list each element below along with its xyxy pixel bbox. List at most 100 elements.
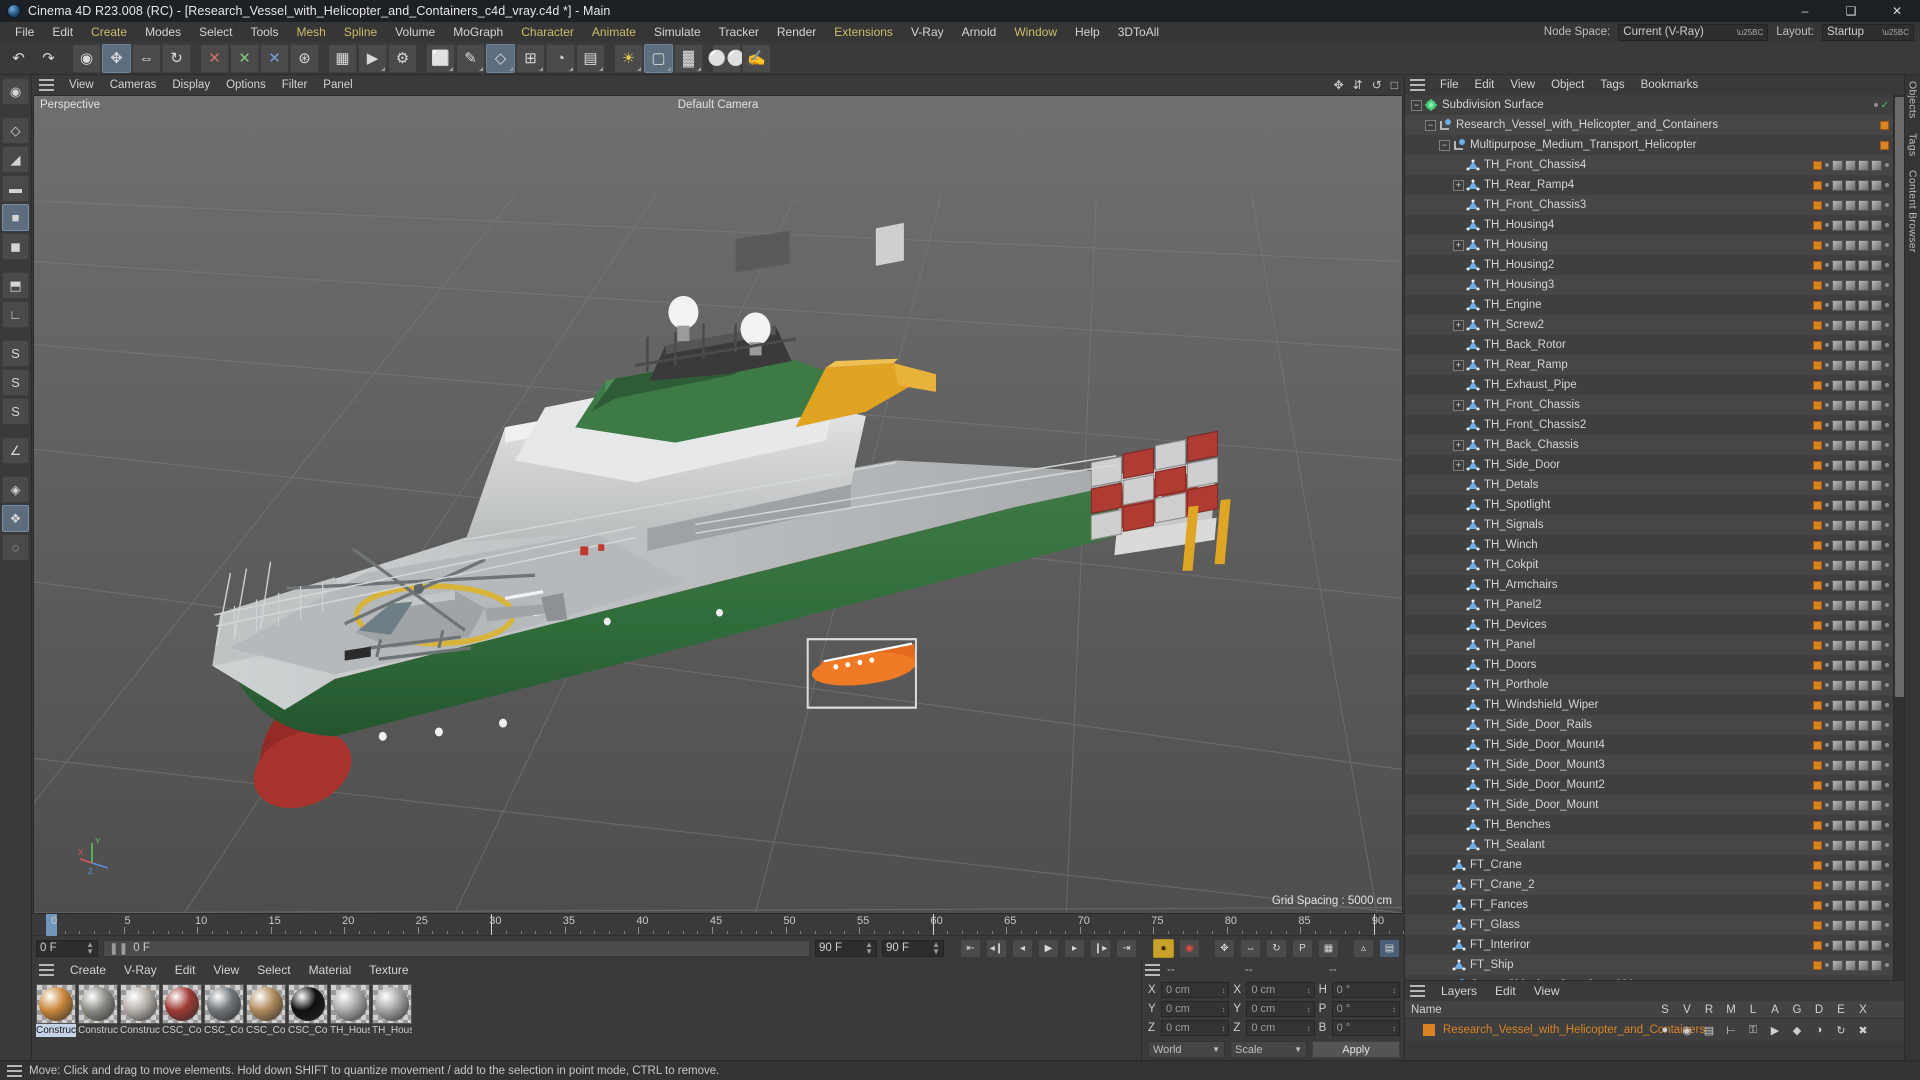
texture-tag-icon[interactable] (1845, 579, 1856, 591)
apply-button[interactable]: Apply (1312, 1041, 1400, 1058)
snap-settings-button[interactable]: S (2, 369, 29, 396)
material-tag-icon[interactable] (1813, 400, 1822, 410)
texture-tag-icon[interactable] (1845, 939, 1856, 951)
texture-tag-icon[interactable] (1871, 759, 1882, 771)
preview-end-input[interactable]: 90 F ▲ ▼ (882, 939, 944, 957)
texture-tag-icon[interactable] (1871, 859, 1882, 871)
texture-tag-icon[interactable] (1832, 539, 1843, 551)
material-menu-v-ray[interactable]: V-Ray (115, 960, 166, 980)
record-position-button[interactable]: ✥ (1214, 938, 1235, 958)
texture-tag-icon[interactable] (1858, 219, 1869, 231)
lock-y-axis-button[interactable]: ✕ (230, 43, 259, 73)
texture-tags-group[interactable] (1832, 899, 1882, 911)
move-tool[interactable]: ✥ (102, 43, 131, 73)
deformer-button[interactable]: ◔ (546, 43, 575, 73)
object-row[interactable]: − Subdivision Surface ✓ (1405, 95, 1893, 115)
layer-flag-E[interactable]: ↻ (1830, 1024, 1852, 1037)
texture-tag-icon[interactable] (1871, 539, 1882, 551)
menu-tools[interactable]: Tools (241, 22, 287, 42)
material-tag-icon[interactable] (1813, 680, 1822, 690)
texture-tag-icon[interactable] (1832, 799, 1843, 811)
coordinate-system-select[interactable]: World ▼ (1148, 1041, 1225, 1058)
render-to-picture-viewer-button[interactable]: ▶ (358, 43, 387, 73)
layer-flag-S[interactable]: ● (1654, 1024, 1676, 1037)
texture-tag-icon[interactable] (1858, 779, 1869, 791)
spinner-icon[interactable]: ↕ (1307, 1024, 1311, 1032)
size-Z-input[interactable]: 0 cm ↕ (1246, 1020, 1315, 1036)
texture-tag-icon[interactable] (1871, 939, 1882, 951)
texture-tag-icon[interactable] (1858, 339, 1869, 351)
object-row[interactable]: FT_Glass (1405, 915, 1893, 935)
record-active-objects-button[interactable]: ◉ (1179, 938, 1200, 958)
material-tag-icon[interactable] (1813, 700, 1822, 710)
texture-tag-icon[interactable] (1871, 219, 1882, 231)
texture-tag-icon[interactable] (1858, 819, 1869, 831)
object-row[interactable]: TH_Armchairs (1405, 575, 1893, 595)
object-mode-button[interactable]: ◼ (2, 233, 29, 260)
object-row[interactable]: TH_Engine (1405, 295, 1893, 315)
paint-tool-button[interactable]: ✍ (742, 43, 771, 73)
rotation-H-input[interactable]: 0 ° ↕ (1331, 982, 1400, 998)
render-settings-button[interactable]: ⚙ (388, 43, 417, 73)
material-menu-select[interactable]: Select (248, 960, 299, 980)
texture-tag-icon[interactable] (1832, 759, 1843, 771)
object-row[interactable]: TH_Housing3 (1405, 275, 1893, 295)
viewport-menu-view[interactable]: View (61, 75, 102, 95)
texture-tag-icon[interactable] (1832, 399, 1843, 411)
texture-tag-icon[interactable] (1871, 799, 1882, 811)
material-tag-icon[interactable] (1813, 940, 1822, 950)
material-item-7[interactable]: TH_Hous (330, 984, 370, 1060)
texture-tag-icon[interactable] (1845, 199, 1856, 211)
position-Y-input[interactable]: 0 cm ↕ (1161, 1001, 1230, 1017)
menu-select[interactable]: Select (190, 22, 241, 42)
texture-tag-icon[interactable] (1858, 519, 1869, 531)
object-row[interactable]: FT_Interiror (1405, 935, 1893, 955)
menu-extensions[interactable]: Extensions (825, 22, 902, 42)
texture-tags-group[interactable] (1832, 579, 1882, 591)
menu-file[interactable]: File (6, 22, 43, 42)
material-tag-icon[interactable] (1813, 460, 1822, 470)
layer-flag-X[interactable]: ✖ (1852, 1024, 1874, 1037)
texture-tag-icon[interactable] (1871, 819, 1882, 831)
material-tag-icon[interactable] (1813, 380, 1822, 390)
texture-tags-group[interactable] (1832, 879, 1882, 891)
material-tag-icon[interactable] (1813, 520, 1822, 530)
menu-spline[interactable]: Spline (335, 22, 386, 42)
mograph-cloner-button[interactable]: ▤ (576, 43, 605, 73)
object-row[interactable]: + TH_Rear_Ramp (1405, 355, 1893, 375)
texture-tag-icon[interactable] (1858, 239, 1869, 251)
object-row[interactable]: + Cargo_Shipping_Container_001 (1405, 975, 1893, 980)
menu-mesh[interactable]: Mesh (287, 22, 334, 42)
texture-tag-icon[interactable] (1871, 919, 1882, 931)
enable-axis-modification-button[interactable]: S (2, 340, 29, 367)
texture-tag-icon[interactable] (1832, 579, 1843, 591)
texture-tag-icon[interactable] (1871, 199, 1882, 211)
texture-tags-group[interactable] (1832, 919, 1882, 931)
render-view-button[interactable]: ▦ (328, 43, 357, 73)
texture-tags-group[interactable] (1832, 479, 1882, 491)
previous-keyframe-button[interactable]: ◂❙ (986, 938, 1007, 958)
expander-plus[interactable]: + (1453, 239, 1464, 251)
expander-plus[interactable]: + (1453, 359, 1464, 371)
texture-tag-icon[interactable] (1845, 439, 1856, 451)
object-menu-bookmarks[interactable]: Bookmarks (1633, 75, 1707, 95)
texture-tag-icon[interactable] (1832, 459, 1843, 471)
polygon-mode-button[interactable]: ▬ (2, 175, 29, 202)
object-menu-edit[interactable]: Edit (1467, 75, 1503, 95)
texture-tag-icon[interactable] (1832, 159, 1843, 171)
texture-tag-icon[interactable] (1858, 959, 1869, 971)
material-tag-icon[interactable] (1880, 120, 1889, 130)
texture-tag-icon[interactable] (1845, 839, 1856, 851)
texture-tag-icon[interactable] (1871, 519, 1882, 531)
texture-tag-icon[interactable] (1845, 619, 1856, 631)
texture-tag-icon[interactable] (1858, 379, 1869, 391)
expander-minus[interactable]: − (1439, 139, 1450, 151)
dolly-icon[interactable]: ⇵ (1353, 78, 1363, 92)
texture-tags-group[interactable] (1832, 379, 1882, 391)
texture-tag-icon[interactable] (1832, 659, 1843, 671)
position-Z-input[interactable]: 0 cm ↕ (1161, 1020, 1230, 1036)
3d-viewport[interactable]: Perspective Default Camera Grid Spacing … (33, 95, 1403, 914)
texture-tag-icon[interactable] (1832, 359, 1843, 371)
object-row[interactable]: TH_Back_Rotor (1405, 335, 1893, 355)
material-hamburger-icon[interactable] (39, 964, 54, 976)
